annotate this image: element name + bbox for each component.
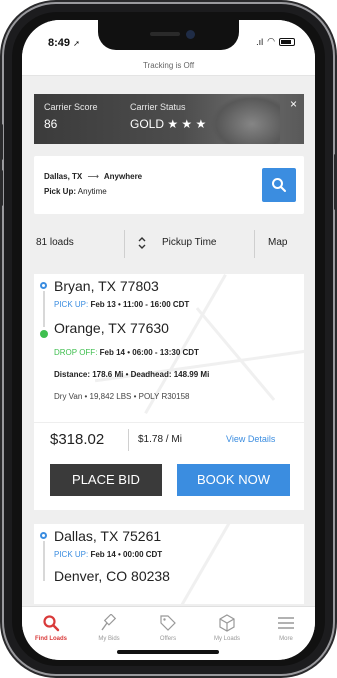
dropoff-time: Feb 14 • 06:00 - 13:30 CDT: [99, 348, 199, 357]
tab-label: My Bids: [98, 636, 120, 642]
destination-pin-icon: [40, 330, 48, 338]
load-card[interactable]: Dallas, TX 75261 PICK UP: Feb 14 • 00:00…: [34, 524, 304, 604]
pickup-time: Feb 13 • 11:00 - 16:00 CDT: [90, 300, 190, 309]
rate-per-mile: $1.78 / Mi: [138, 434, 182, 445]
dropoff-label: DROP OFF:: [54, 348, 98, 357]
divider: [124, 230, 125, 258]
pickup-label: PICK UP:: [54, 550, 89, 559]
volume-button: [0, 170, 3, 206]
carrier-status-value: GOLD ★ ★ ★: [130, 117, 207, 131]
origin-city: Dallas, TX 75261: [54, 528, 162, 544]
sort-label: Pickup Time: [162, 237, 217, 248]
wifi-icon: ◠: [267, 36, 275, 46]
place-bid-button[interactable]: PLACE BID: [50, 464, 162, 496]
carrier-score-label: Carrier Score: [44, 102, 98, 112]
status-icons: .ıl ◠: [256, 36, 295, 47]
tab-offers[interactable]: Offers: [139, 613, 197, 642]
tracking-status: Tracking is Off: [22, 56, 315, 76]
map-button[interactable]: Map: [268, 222, 287, 264]
close-icon[interactable]: ×: [290, 97, 297, 111]
pickup-window: PICK UP: Feb 14 • 00:00 CDT: [54, 550, 162, 559]
origin-pin-icon: [40, 532, 47, 539]
tab-my-bids[interactable]: My Bids: [80, 613, 138, 642]
price-row: $318.02 $1.78 / Mi View Details: [34, 422, 304, 456]
carrier-score: Carrier Score 86: [44, 102, 98, 131]
divider: [254, 230, 255, 258]
tab-label: Offers: [159, 636, 177, 642]
tab-label: My Loads: [213, 636, 240, 642]
tab-my-loads[interactable]: My Loads: [198, 613, 256, 642]
notch: [98, 20, 239, 50]
tab-label: More: [279, 636, 293, 642]
pickup-label: PICK UP:: [54, 300, 89, 309]
destination-city: Denver, CO 80238: [54, 568, 170, 584]
equipment-info: Dry Van • 19,842 LBS • POLY R30158: [54, 392, 190, 401]
tab-more[interactable]: More: [257, 613, 315, 642]
load-price: $318.02: [50, 431, 105, 448]
app-screen: 8:49 ➚ .ıl ◠ Tracking is Off Carrier Sco…: [22, 20, 315, 660]
pickup-value: Anytime: [77, 187, 107, 196]
box-icon: [219, 614, 235, 632]
sort-icon: [138, 237, 146, 249]
menu-icon: [278, 617, 294, 629]
signal-icon: .ıl: [256, 36, 264, 47]
search-summary[interactable]: Dallas, TX ⟶ Anywhere Pick Up: Anytime: [34, 156, 304, 214]
search-button[interactable]: [262, 168, 296, 202]
status-time-text: 8:49: [48, 37, 71, 49]
arrow-right-icon: ⟶: [87, 172, 99, 181]
map-background: [195, 307, 276, 401]
speaker: [150, 32, 180, 36]
pickup-time: Feb 14 • 00:00 CDT: [90, 550, 163, 559]
truck-image: [210, 94, 280, 144]
route-line: [43, 541, 45, 581]
gavel-icon: [101, 614, 117, 631]
book-now-button[interactable]: BOOK NOW: [177, 464, 290, 496]
origin-text: Dallas, TX: [44, 172, 83, 181]
load-count: 81 loads: [36, 237, 74, 248]
dropoff-window: DROP OFF: Feb 14 • 06:00 - 13:30 CDT: [54, 348, 199, 357]
origin-city: Bryan, TX 77803: [54, 278, 159, 294]
status-time: 8:49 ➚: [48, 37, 80, 49]
carrier-status: Carrier Status GOLD ★ ★ ★: [130, 102, 206, 131]
home-indicator[interactable]: [117, 650, 219, 654]
tab-find-loads[interactable]: Find Loads: [22, 613, 80, 642]
destination-text: Anywhere: [103, 172, 143, 181]
pickup-filter: Pick Up: Anytime: [44, 187, 107, 196]
route: Dallas, TX ⟶ Anywhere: [44, 172, 142, 181]
divider: [128, 429, 129, 451]
search-icon: [272, 178, 286, 192]
carrier-status-label: Carrier Status: [130, 102, 186, 112]
distance-info: Distance: 178.6 Mi • Deadhead: 148.99 Mi: [54, 370, 210, 379]
tag-icon: [160, 615, 176, 631]
sort-button[interactable]: Pickup Time: [138, 222, 216, 264]
filter-bar: 81 loads Pickup Time Map: [22, 222, 315, 264]
carrier-banner: Carrier Score 86 Carrier Status GOLD ★ ★…: [34, 94, 304, 144]
load-card[interactable]: Bryan, TX 77803 PICK UP: Feb 13 • 11:00 …: [34, 274, 304, 510]
map-background: [179, 524, 232, 604]
volume-button: [0, 124, 3, 160]
view-details-link[interactable]: View Details: [226, 434, 275, 444]
pickup-window: PICK UP: Feb 13 • 11:00 - 16:00 CDT: [54, 300, 189, 309]
location-arrow-icon: ➚: [73, 39, 80, 48]
pickup-label: Pick Up:: [44, 187, 77, 196]
battery-icon: [279, 37, 295, 46]
origin-pin-icon: [40, 282, 47, 289]
destination-city: Orange, TX 77630: [54, 320, 169, 336]
tab-label: Find Loads: [35, 636, 67, 642]
search-icon: [43, 615, 60, 632]
camera-icon: [186, 30, 195, 39]
route-line: [43, 291, 45, 327]
carrier-score-value: 86: [44, 117, 58, 131]
